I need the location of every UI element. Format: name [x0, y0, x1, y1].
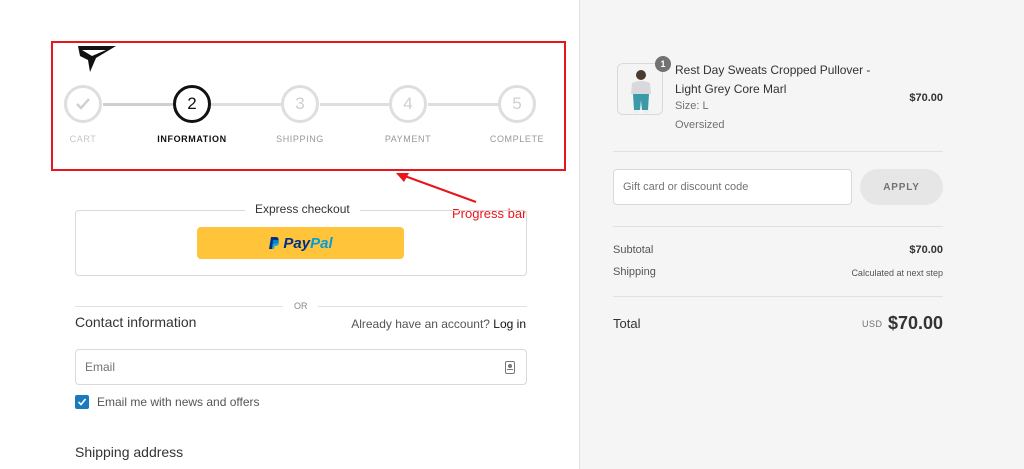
progress-connector: [211, 103, 282, 106]
login-prompt: Already have an account? Log in: [351, 317, 526, 331]
paypal-wordmark-pay: Pay: [283, 234, 311, 252]
product-variant: Oversized: [675, 119, 725, 131]
step-information-label: INFORMATION: [157, 134, 227, 144]
paypal-wordmark-pal: Pal: [310, 234, 333, 252]
step-payment-circle: 4: [389, 85, 427, 123]
login-prompt-text: Already have an account?: [351, 317, 490, 331]
shipping-value: Calculated at next step: [851, 268, 943, 278]
step-shipping-circle: 3: [281, 85, 319, 123]
checkout-main: CART 2 INFORMATION 3 SHIPPING 4 PAYMENT …: [0, 0, 579, 469]
summary-divider: [613, 226, 943, 227]
newsletter-option[interactable]: Email me with news and offers: [75, 395, 260, 409]
step-cart-label[interactable]: CART: [33, 134, 133, 144]
total-currency: USD: [862, 319, 883, 329]
checkmark-icon: [76, 98, 90, 110]
email-field[interactable]: [75, 349, 527, 385]
progress-connector: [320, 103, 390, 106]
quantity-badge: 1: [655, 56, 671, 72]
login-link[interactable]: Log in: [493, 317, 526, 331]
subtotal-value: $70.00: [909, 244, 943, 256]
shipping-label: Shipping: [613, 266, 656, 278]
step-complete-label: COMPLETE: [489, 134, 545, 144]
discount-field[interactable]: [613, 169, 852, 205]
product-thumbnail: [617, 63, 663, 115]
step-payment-label: PAYMENT: [384, 134, 432, 144]
express-checkout-title: Express checkout: [245, 202, 360, 216]
annotation-arrow-icon: [396, 173, 477, 203]
contact-information-heading: Contact information: [75, 314, 197, 330]
step-shipping-label: SHIPPING: [276, 134, 324, 144]
step-cart-circle[interactable]: [64, 85, 102, 123]
step-complete-circle: 5: [498, 85, 536, 123]
newsletter-label[interactable]: Email me with news and offers: [97, 395, 260, 409]
shipping-address-heading: Shipping address: [75, 444, 184, 460]
apply-discount-button[interactable]: APPLY: [860, 169, 943, 205]
or-divider-text: OR: [294, 301, 308, 311]
divider-left: [75, 306, 283, 307]
paypal-icon: [269, 237, 280, 249]
product-image: [618, 64, 662, 114]
progress-connector: [428, 103, 499, 106]
email-input[interactable]: [76, 350, 476, 384]
check-icon: [77, 398, 87, 406]
product-name: Rest Day Sweats Cropped Pullover - Light…: [675, 63, 871, 96]
paypal-button[interactable]: Pay Pal: [197, 227, 404, 259]
product-size: Size: L: [675, 100, 709, 112]
newsletter-checkbox[interactable]: [75, 395, 89, 409]
step-information-circle: 2: [173, 85, 211, 123]
total-value: $70.00: [887, 313, 943, 333]
contact-card-icon[interactable]: [505, 361, 515, 374]
discount-code-input[interactable]: [614, 170, 844, 204]
summary-divider: [613, 296, 943, 297]
divider-right: [318, 306, 527, 307]
summary-divider: [613, 151, 943, 152]
progress-connector: [103, 103, 173, 106]
total-label: Total: [613, 316, 641, 331]
product-price: $70.00: [909, 92, 943, 104]
subtotal-label: Subtotal: [613, 244, 654, 256]
